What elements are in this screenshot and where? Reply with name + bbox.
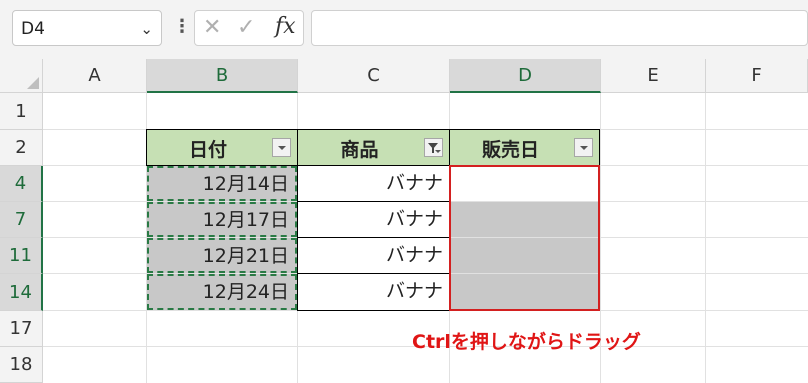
product-cell[interactable]: バナナ [297,237,450,274]
product-cell[interactable]: バナナ [297,165,450,202]
select-all-triangle-icon [27,77,39,89]
dropdown-arrow-icon [435,150,441,153]
row-header-18[interactable]: 18 [0,347,43,383]
filter-funnel-stem [432,148,434,153]
filter-dropdown-button[interactable] [574,138,593,157]
gridline [705,93,706,383]
column-header-b[interactable]: B [147,59,298,93]
insert-function-icon[interactable]: fx [275,14,296,39]
column-header-a[interactable]: A [43,59,147,93]
product-cell[interactable]: バナナ [297,201,450,238]
filter-dropdown-button[interactable] [272,138,291,157]
dropdown-arrow-icon [278,146,286,150]
name-box-value: D4 [21,19,45,39]
enter-icon[interactable]: ✓ [237,15,255,40]
date-cell[interactable]: 12月21日 [147,238,297,273]
filter-active-button[interactable] [424,138,443,157]
cancel-icon[interactable]: ✕ [203,15,221,40]
product-cell[interactable]: バナナ [297,273,450,311]
row-header-14[interactable]: 14 [0,274,43,311]
column-header-e[interactable]: E [601,59,706,93]
more-options-icon[interactable]: ⋮ [173,16,191,37]
column-header-f[interactable]: F [706,59,808,93]
table-header-date[interactable]: 日付 [146,129,298,166]
row-header-17[interactable]: 17 [0,311,43,347]
formula-bar-area: D4 ⌄ ⋮ ✕ ✓ fx [0,0,808,59]
formula-input[interactable] [311,10,808,46]
row-header-2[interactable]: 2 [0,130,43,166]
table-header-product[interactable]: 商品 [297,129,450,166]
column-header-d[interactable]: D [450,59,601,93]
row-header-11[interactable]: 11 [0,238,43,274]
date-cell[interactable]: 12月24日 [147,274,297,310]
row-header-4[interactable]: 4 [0,166,43,202]
column-header-c[interactable]: C [298,59,450,93]
chevron-down-icon[interactable]: ⌄ [140,20,153,38]
row-header-1[interactable]: 1 [0,93,43,130]
table-header-sales-date[interactable]: 販売日 [449,129,600,166]
instruction-annotation: Ctrlを押しながらドラッグ [412,331,641,353]
table-header-label: 販売日 [481,139,539,161]
select-all-button[interactable] [0,59,43,93]
table-header-label: 商品 [340,139,379,161]
selection-highlight [449,165,600,311]
formula-buttons: ✕ ✓ fx [194,10,304,46]
date-cell[interactable]: 12月14日 [147,166,297,201]
dropdown-arrow-icon [580,146,588,150]
name-box[interactable]: D4 ⌄ [12,10,162,46]
date-cell[interactable]: 12月17日 [147,202,297,237]
row-header-7[interactable]: 7 [0,202,43,238]
table-header-label: 日付 [188,139,227,161]
